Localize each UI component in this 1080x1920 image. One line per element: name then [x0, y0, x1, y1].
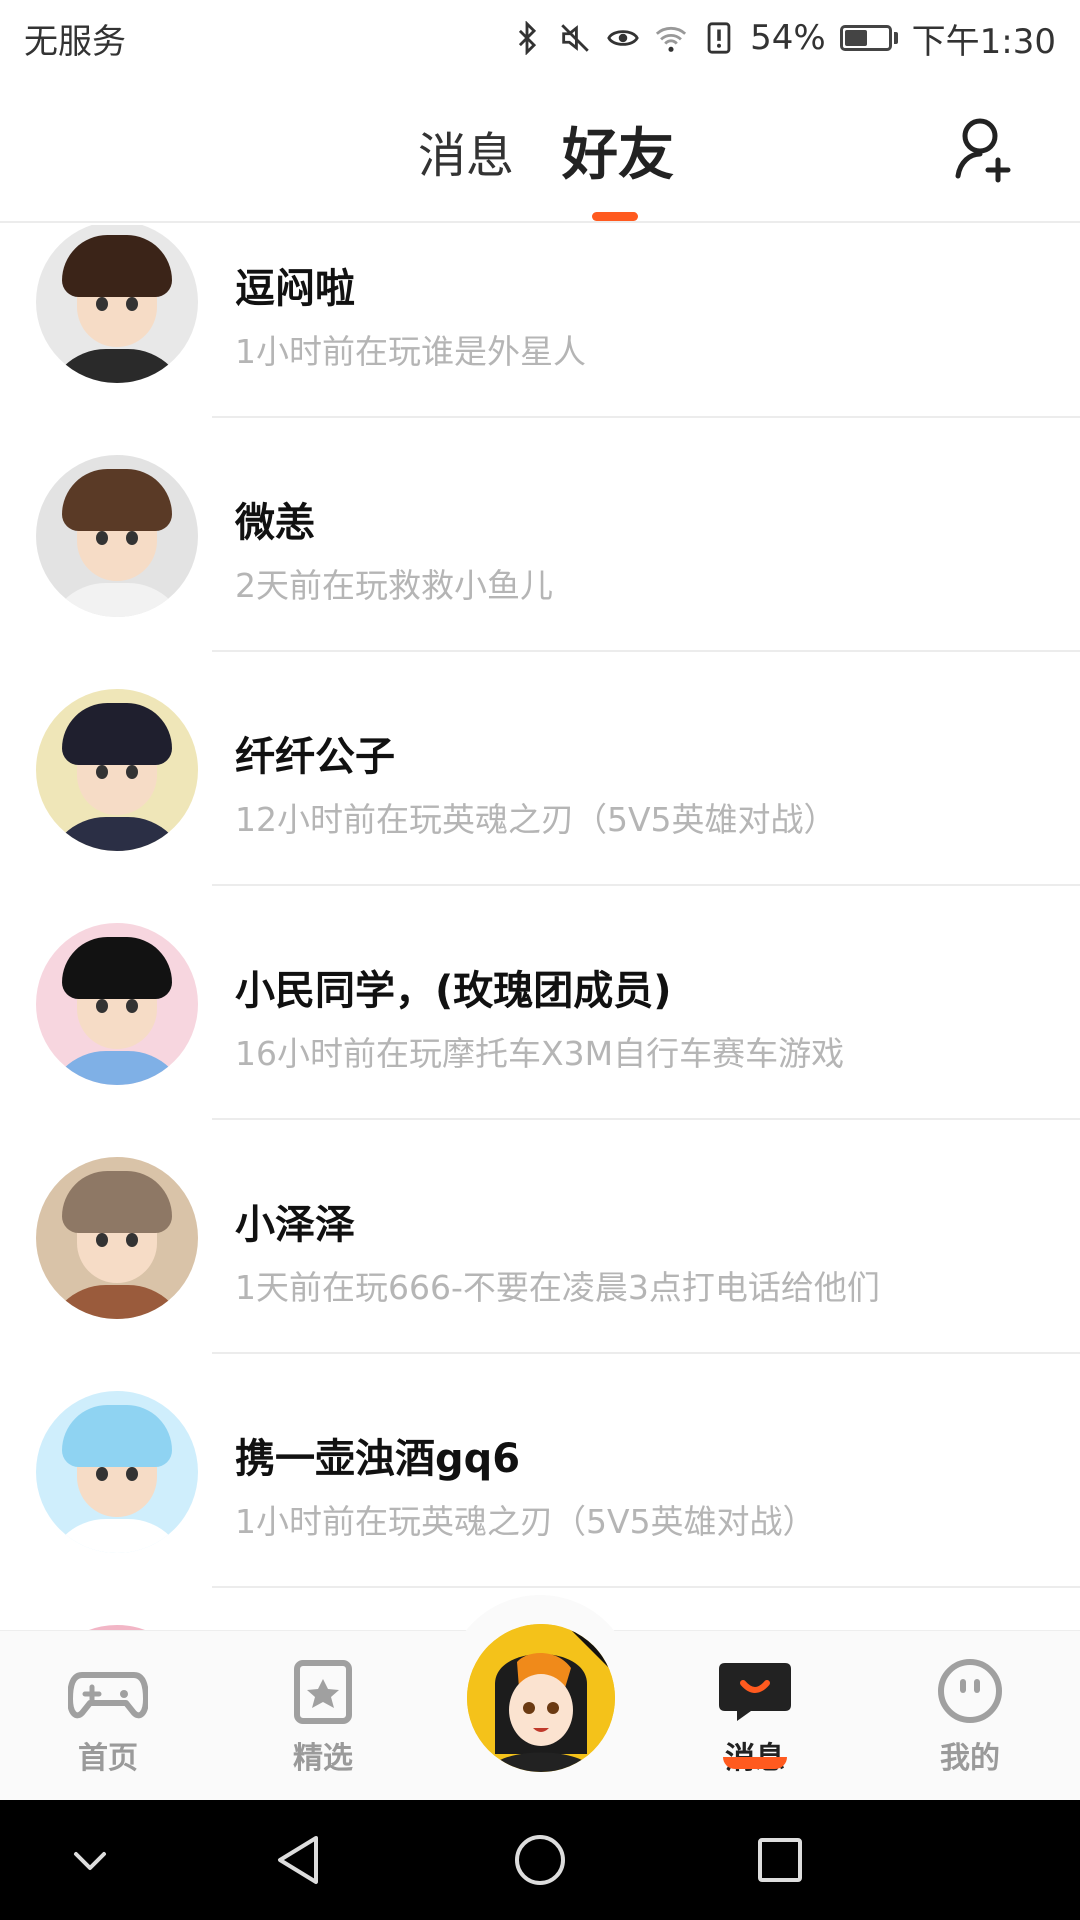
nav-messages-label: 消息: [695, 1733, 815, 1777]
nav-home-label: 首页: [78, 1741, 138, 1776]
battery-icon: [839, 25, 898, 51]
nav-featured[interactable]: 精选: [263, 1657, 383, 1777]
friend-row[interactable]: 小民同学，(玫瑰团成员) 16小时前在玩摩托车X3M自行车赛车游戏: [0, 886, 1080, 1120]
friend-avatar[interactable]: [36, 455, 198, 617]
back-triangle-icon[interactable]: [264, 1824, 336, 1896]
friend-name: 小民同学，(玫瑰团成员): [235, 968, 672, 1014]
friend-name: 携一壶浊酒gq6: [235, 1436, 521, 1482]
tab-friends[interactable]: 好友: [562, 110, 674, 191]
bottom-nav: 首页 精选 消息: [0, 1595, 1080, 1800]
friend-status: 2天前在玩救救小鱼儿: [235, 566, 553, 605]
friend-avatar[interactable]: [36, 1391, 198, 1553]
eye-icon: [606, 21, 640, 55]
friend-avatar[interactable]: [36, 689, 198, 851]
status-icons: 54% 下午1:30: [510, 14, 1056, 63]
mute-icon: [558, 21, 592, 55]
add-friend-icon[interactable]: [950, 114, 1020, 184]
friend-status: 1天前在玩666-不要在凌晨3点打电话给他们: [235, 1268, 880, 1307]
smiley-icon: [938, 1659, 1002, 1723]
friend-row[interactable]: 小泽泽 1天前在玩666-不要在凌晨3点打电话给他们: [0, 1120, 1080, 1354]
nav-active-indicator: [723, 1757, 787, 1769]
nav-mine-label: 我的: [940, 1741, 1000, 1776]
nav-home[interactable]: 首页: [48, 1657, 168, 1777]
friend-status: 12小时前在玩英魂之刃（5V5英雄对战）: [235, 800, 837, 839]
nav-featured-label: 精选: [293, 1741, 353, 1776]
battery-percent: 54%: [750, 18, 826, 58]
gamepad-icon: [68, 1672, 148, 1719]
chevron-down-icon[interactable]: [54, 1824, 126, 1896]
active-tab-indicator: [592, 212, 638, 221]
friend-status: 1小时前在玩谁是外星人: [235, 332, 586, 371]
chat-bubble-icon: [719, 1663, 791, 1721]
wifi-icon: [654, 21, 688, 55]
status-bar: 无服务 54% 下午1:30: [0, 0, 1080, 76]
friend-name: 微恙: [235, 500, 315, 546]
top-header: 消息 好友: [0, 76, 1080, 223]
nav-mine[interactable]: 我的: [910, 1657, 1030, 1777]
home-circle-icon[interactable]: [504, 1824, 576, 1896]
center-avatar[interactable]: [467, 1624, 615, 1772]
carrier-label: 无服务: [24, 21, 126, 62]
clock: 下午1:30: [911, 21, 1056, 62]
friend-avatar[interactable]: [36, 1157, 198, 1319]
friend-name: 逗闷啦: [235, 266, 355, 312]
friend-name: 小泽泽: [235, 1202, 355, 1248]
friend-status: 16小时前在玩摩托车X3M自行车赛车游戏: [235, 1034, 845, 1073]
friend-avatar[interactable]: [36, 225, 198, 383]
friend-row[interactable]: 纤纤公子 12小时前在玩英魂之刃（5V5英雄对战）: [0, 652, 1080, 886]
friend-name: 纤纤公子: [235, 734, 395, 780]
friends-list[interactable]: 逗闷啦 1小时前在玩谁是外星人微恙 2天前在玩救救小鱼儿纤纤公子 12小时前在玩英魂之…: [0, 225, 1080, 1630]
alert-icon: [702, 21, 736, 55]
friend-row[interactable]: 逗闷啦 1小时前在玩谁是外星人: [0, 225, 1080, 418]
recents-square-icon[interactable]: [744, 1824, 816, 1896]
friend-row[interactable]: 携一壶浊酒gq6 1小时前在玩英魂之刃（5V5英雄对战）: [0, 1354, 1080, 1588]
friend-status: 1小时前在玩英魂之刃（5V5英雄对战）: [235, 1502, 816, 1541]
nav-messages[interactable]: 消息: [695, 1657, 815, 1777]
system-nav-bar: [0, 1800, 1080, 1920]
tab-messages[interactable]: 消息: [418, 116, 514, 186]
friend-avatar[interactable]: [36, 923, 198, 1085]
bluetooth-icon: [510, 21, 544, 55]
star-bookmark-icon: [294, 1660, 352, 1724]
friend-row[interactable]: 微恙 2天前在玩救救小鱼儿: [0, 418, 1080, 652]
